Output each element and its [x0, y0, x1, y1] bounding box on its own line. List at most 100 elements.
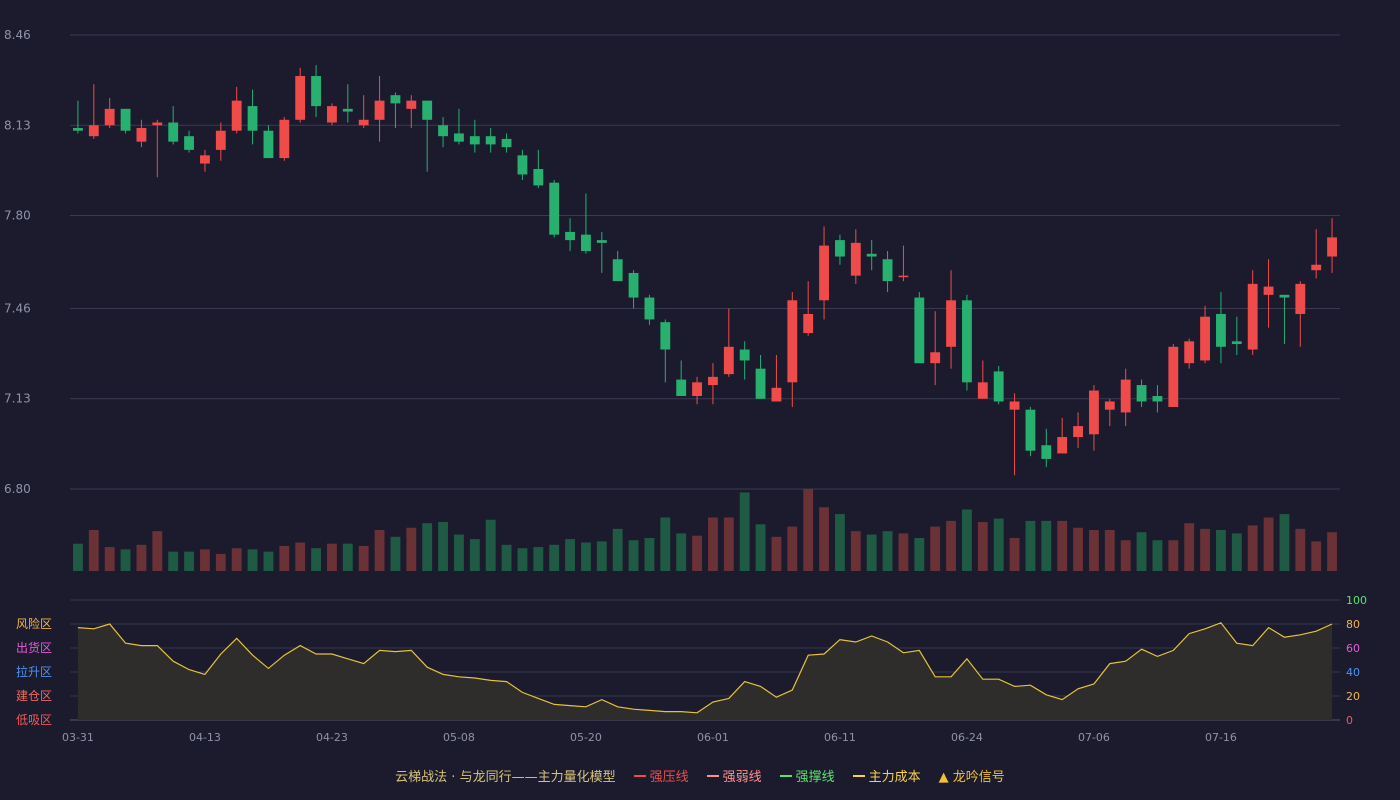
date-tick-label: 07-06 [1078, 731, 1110, 744]
volume-bar [1168, 540, 1179, 571]
volume-bar [1200, 528, 1210, 571]
candle-body [882, 259, 893, 282]
volume-bar [215, 553, 226, 571]
price-axis-labels: 8.46 8.13 7.80 7.46 7.13 6.80 [4, 28, 31, 496]
zone-label: 建仓区 [16, 689, 52, 703]
volume-bar [263, 551, 274, 571]
candle-body [73, 127, 83, 131]
candle-body [1216, 313, 1226, 347]
candle-body [1120, 379, 1131, 413]
candle-body [533, 169, 544, 186]
candle-body [1136, 385, 1147, 402]
candle-body [295, 76, 306, 120]
volume-bar [311, 548, 321, 571]
candle-body [422, 100, 433, 120]
volume-bar [882, 531, 893, 571]
legend-label: 强弱线 [722, 770, 762, 785]
volume-bar [533, 547, 544, 571]
volume-bar [708, 517, 718, 571]
candle-body [1279, 294, 1290, 298]
zone-label: 拉升区 [16, 664, 52, 679]
volume-bar [327, 543, 337, 571]
volume-bar [1136, 532, 1147, 571]
volume-bar [1231, 533, 1242, 571]
candle-body [549, 182, 560, 235]
candle-body [168, 122, 179, 142]
candle-body [279, 119, 290, 159]
candle-body [755, 368, 766, 399]
volume-bar [358, 545, 369, 571]
volume-bar [977, 522, 988, 571]
candle-body [1327, 237, 1337, 257]
volume-bar [136, 544, 147, 571]
volume-bar [565, 539, 575, 571]
candlestick-series [73, 65, 1337, 476]
candle-body [739, 349, 750, 361]
candle-body [247, 106, 258, 131]
volume-bar [152, 531, 163, 571]
volume-bar [898, 533, 909, 571]
volume-bar [850, 531, 861, 571]
volume-bar [1295, 528, 1306, 571]
candle-body [993, 371, 1004, 402]
legend-label: 强撑线 [795, 770, 835, 785]
candle-body [1025, 409, 1036, 451]
date-tick-label: 03-31 [62, 731, 94, 744]
candle-body [454, 133, 464, 142]
oscillator-tick-label: 80 [1346, 618, 1360, 631]
candle-body [390, 95, 401, 104]
candle-body [1231, 341, 1242, 345]
volume-bar [422, 523, 433, 571]
candle-body [835, 240, 845, 257]
candle-body [374, 100, 385, 120]
volume-bar [406, 527, 417, 571]
oscillator-tick-label: 40 [1346, 666, 1360, 679]
date-tick-label: 06-24 [951, 731, 983, 744]
candle-body [152, 122, 163, 126]
candle-body [644, 297, 655, 320]
volume-bar [73, 543, 83, 571]
volume-bar [660, 517, 671, 571]
volume-bar [1311, 541, 1322, 571]
volume-bar [1184, 523, 1195, 571]
candle-body [1311, 264, 1322, 271]
candle-body [88, 125, 99, 137]
candle-body [581, 234, 591, 252]
candle-body [660, 322, 671, 350]
candle-body [930, 352, 941, 364]
legend: 强压线 强弱线 强撑线 主力成本 ▲ 龙吟信号 [616, 770, 1005, 785]
volume-bar [803, 489, 814, 571]
volume-bar [993, 518, 1004, 571]
legend-label: 龙吟信号 [952, 770, 1005, 785]
volume-bar [501, 544, 512, 571]
legend-label: 强压线 [649, 770, 689, 785]
volume-bar [1247, 525, 1258, 571]
volume-bar [739, 492, 750, 571]
volume-bar [438, 522, 448, 571]
candle-body [708, 376, 718, 386]
candle-body [676, 379, 687, 397]
volume-bar [755, 524, 766, 571]
dashed-line-icon [852, 774, 865, 777]
volume-bar [628, 540, 639, 571]
candle-body [184, 136, 194, 150]
candle-body [946, 300, 956, 347]
price-tick-label: 7.80 [4, 209, 31, 223]
oscillator-area [77, 622, 1333, 720]
volume-bar [104, 547, 115, 571]
volume-bar [1041, 520, 1052, 571]
candle-body [628, 272, 639, 298]
volume-bar [1073, 527, 1083, 571]
volume-bar [1025, 520, 1036, 571]
candle-body [1073, 426, 1083, 438]
triangle-icon: ▲ [938, 770, 953, 785]
candle-body [469, 136, 480, 145]
candle-body [612, 259, 623, 282]
candle-body [120, 108, 131, 131]
volume-bar [596, 541, 607, 571]
volume-bar [1152, 540, 1163, 571]
volume-bar [771, 536, 782, 571]
volume-bar [962, 509, 972, 571]
price-tick-label: 8.46 [4, 28, 31, 42]
oscillator-axis-labels: 100 80 60 40 20 0 [1346, 594, 1367, 727]
